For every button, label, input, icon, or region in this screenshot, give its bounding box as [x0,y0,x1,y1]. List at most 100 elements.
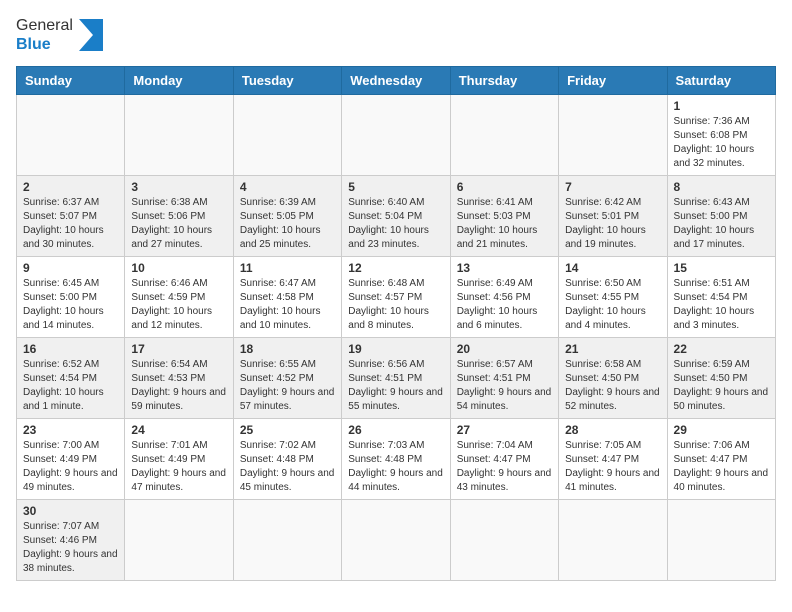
day-number: 20 [457,342,552,356]
day-info: Sunrise: 6:59 AM Sunset: 4:50 PM Dayligh… [674,358,769,414]
day-info: Sunrise: 7:02 AM Sunset: 4:48 PM Dayligh… [240,439,335,495]
calendar-cell [233,500,341,581]
weekday-header-thursday: Thursday [450,67,558,95]
weekday-header-wednesday: Wednesday [342,67,450,95]
day-info: Sunrise: 6:45 AM Sunset: 5:00 PM Dayligh… [23,277,118,333]
day-number: 16 [23,342,118,356]
calendar-cell: 19Sunrise: 6:56 AM Sunset: 4:51 PM Dayli… [342,338,450,419]
calendar-cell [559,95,667,176]
calendar-cell [450,95,558,176]
day-info: Sunrise: 7:03 AM Sunset: 4:48 PM Dayligh… [348,439,443,495]
logo-general-text: General [16,16,73,35]
calendar-cell: 28 Sunrise: 7:05 AM Sunset: 4:47 PM Dayli… [559,419,667,500]
day-info: Sunrise: 6:58 AM Sunset: 4:50 PM Dayligh… [565,358,660,414]
day-info: Sunrise: 6:38 AM Sunset: 5:06 PM Dayligh… [131,196,226,252]
calendar-cell [450,500,558,581]
calendar-cell: 20Sunrise: 6:57 AM Sunset: 4:51 PM Dayli… [450,338,558,419]
calendar-cell: 8 Sunrise: 6:43 AM Sunset: 5:00 PM Daylig… [667,176,775,257]
day-number: 9 [23,261,118,275]
logo: General Blue [16,16,103,54]
calendar-cell: 2 Sunrise: 6:37 AM Sunset: 5:07 PM Daylig… [17,176,125,257]
day-info: Sunrise: 6:56 AM Sunset: 4:51 PM Dayligh… [348,358,443,414]
calendar-cell [125,500,233,581]
day-number: 3 [131,180,226,194]
day-info: Sunrise: 6:37 AM Sunset: 5:07 PM Dayligh… [23,196,118,252]
calendar-cell: 11 Sunrise: 6:47 AM Sunset: 4:58 PM Dayli… [233,257,341,338]
day-info: Sunrise: 6:43 AM Sunset: 5:00 PM Dayligh… [674,196,769,252]
calendar-cell: 30 Sunrise: 7:07 AM Sunset: 4:46 PM Dayli… [17,500,125,581]
day-info: Sunrise: 6:54 AM Sunset: 4:53 PM Dayligh… [131,358,226,414]
day-info: Sunrise: 6:52 AM Sunset: 4:54 PM Dayligh… [23,358,118,414]
day-info: Sunrise: 6:55 AM Sunset: 4:52 PM Dayligh… [240,358,335,414]
day-number: 17 [131,342,226,356]
day-number: 30 [23,504,118,518]
weekday-header-sunday: Sunday [17,67,125,95]
calendar-cell: 22Sunrise: 6:59 AM Sunset: 4:50 PM Dayli… [667,338,775,419]
day-number: 15 [674,261,769,275]
day-info: Sunrise: 7:01 AM Sunset: 4:49 PM Dayligh… [131,439,226,495]
day-number: 5 [348,180,443,194]
calendar-cell: 26 Sunrise: 7:03 AM Sunset: 4:48 PM Dayli… [342,419,450,500]
calendar-cell: 7 Sunrise: 6:42 AM Sunset: 5:01 PM Daylig… [559,176,667,257]
calendar-cell: 25 Sunrise: 7:02 AM Sunset: 4:48 PM Dayli… [233,419,341,500]
day-number: 18 [240,342,335,356]
weekday-header-saturday: Saturday [667,67,775,95]
day-info: Sunrise: 6:40 AM Sunset: 5:04 PM Dayligh… [348,196,443,252]
day-number: 6 [457,180,552,194]
logo-arrow-icon [79,19,103,51]
day-number: 4 [240,180,335,194]
day-number: 1 [674,99,769,113]
calendar-cell: 29Sunrise: 7:06 AM Sunset: 4:47 PM Dayli… [667,419,775,500]
calendar-cell [233,95,341,176]
day-number: 8 [674,180,769,194]
day-info: Sunrise: 6:48 AM Sunset: 4:57 PM Dayligh… [348,277,443,333]
calendar-cell: 23 Sunrise: 7:00 AM Sunset: 4:49 PM Dayli… [17,419,125,500]
calendar-cell [342,95,450,176]
day-number: 24 [131,423,226,437]
day-number: 14 [565,261,660,275]
logo-blue-text: Blue [16,35,73,54]
calendar-cell [17,95,125,176]
calendar-week-row: 2 Sunrise: 6:37 AM Sunset: 5:07 PM Daylig… [17,176,776,257]
day-info: Sunrise: 7:07 AM Sunset: 4:46 PM Dayligh… [23,520,118,576]
day-info: Sunrise: 7:00 AM Sunset: 4:49 PM Dayligh… [23,439,118,495]
day-number: 13 [457,261,552,275]
calendar-table: SundayMondayTuesdayWednesdayThursdayFrid… [16,66,776,581]
logo-container: General Blue [16,16,103,54]
calendar-cell: 3 Sunrise: 6:38 AM Sunset: 5:06 PM Daylig… [125,176,233,257]
calendar-week-row: 23 Sunrise: 7:00 AM Sunset: 4:49 PM Dayli… [17,419,776,500]
day-info: Sunrise: 6:49 AM Sunset: 4:56 PM Dayligh… [457,277,552,333]
day-number: 2 [23,180,118,194]
calendar-cell [559,500,667,581]
calendar-cell: 12 Sunrise: 6:48 AM Sunset: 4:57 PM Dayli… [342,257,450,338]
day-number: 26 [348,423,443,437]
day-info: Sunrise: 6:41 AM Sunset: 5:03 PM Dayligh… [457,196,552,252]
calendar-cell: 1 Sunrise: 7:36 AM Sunset: 6:08 PM Daylig… [667,95,775,176]
day-number: 12 [348,261,443,275]
day-number: 29 [674,423,769,437]
calendar-cell: 24 Sunrise: 7:01 AM Sunset: 4:49 PM Dayli… [125,419,233,500]
day-number: 25 [240,423,335,437]
calendar-cell: 6 Sunrise: 6:41 AM Sunset: 5:03 PM Daylig… [450,176,558,257]
calendar-cell: 18 Sunrise: 6:55 AM Sunset: 4:52 PM Dayli… [233,338,341,419]
day-info: Sunrise: 6:46 AM Sunset: 4:59 PM Dayligh… [131,277,226,333]
calendar-cell: 5 Sunrise: 6:40 AM Sunset: 5:04 PM Daylig… [342,176,450,257]
day-number: 7 [565,180,660,194]
day-info: Sunrise: 7:36 AM Sunset: 6:08 PM Dayligh… [674,115,769,171]
day-number: 28 [565,423,660,437]
calendar-cell: 27Sunrise: 7:04 AM Sunset: 4:47 PM Dayli… [450,419,558,500]
day-number: 11 [240,261,335,275]
day-info: Sunrise: 6:42 AM Sunset: 5:01 PM Dayligh… [565,196,660,252]
calendar-cell: 16 Sunrise: 6:52 AM Sunset: 4:54 PM Dayli… [17,338,125,419]
day-info: Sunrise: 7:05 AM Sunset: 4:47 PM Dayligh… [565,439,660,495]
calendar-cell: 9 Sunrise: 6:45 AM Sunset: 5:00 PM Daylig… [17,257,125,338]
day-info: Sunrise: 7:04 AM Sunset: 4:47 PM Dayligh… [457,439,552,495]
calendar-week-row: 9 Sunrise: 6:45 AM Sunset: 5:00 PM Daylig… [17,257,776,338]
day-info: Sunrise: 6:47 AM Sunset: 4:58 PM Dayligh… [240,277,335,333]
calendar-cell [125,95,233,176]
day-number: 23 [23,423,118,437]
day-number: 21 [565,342,660,356]
weekday-header-monday: Monday [125,67,233,95]
calendar-cell: 4 Sunrise: 6:39 AM Sunset: 5:05 PM Daylig… [233,176,341,257]
day-info: Sunrise: 6:39 AM Sunset: 5:05 PM Dayligh… [240,196,335,252]
